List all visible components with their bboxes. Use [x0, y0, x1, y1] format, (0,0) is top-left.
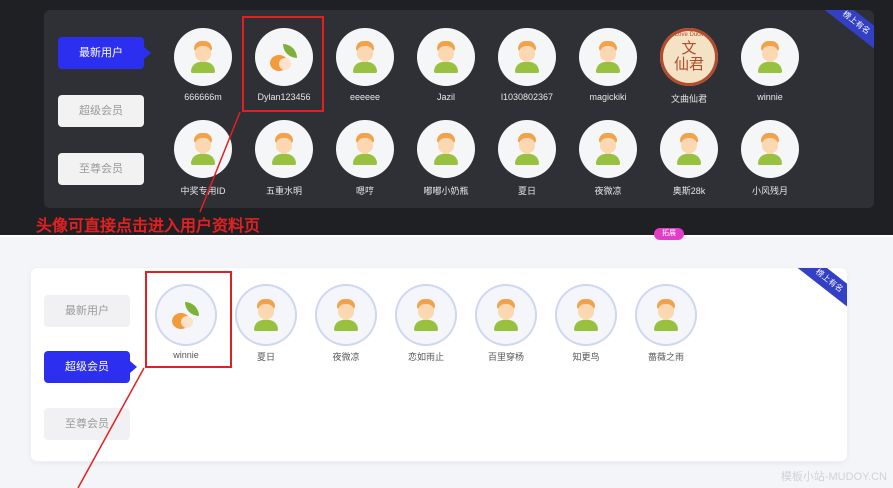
default-boy-avatar-icon: [397, 286, 455, 344]
annotation-text: 头像可直接点击进入用户资料页: [36, 218, 261, 235]
default-boy-avatar-icon: [417, 120, 475, 178]
user-name: 嗯哼: [355, 186, 374, 196]
default-boy-avatar-icon: [660, 120, 718, 178]
user-name: eeeeee: [349, 92, 381, 102]
user-avatar-card[interactable]: 中奖专用ID: [163, 120, 243, 197]
screenshot-root: 榜上有名 最新用户 超级会员 至尊会员 666666m Dylan123456 ee…: [0, 0, 893, 488]
user-avatar-card[interactable]: 夏日: [487, 120, 567, 197]
bottom-tab-super-members[interactable]: 超级会员: [44, 351, 137, 383]
user-avatar-card[interactable]: 嘟嘟小奶瓶: [406, 120, 486, 197]
top-corner-ribbon: 榜上有名: [818, 10, 874, 55]
user-name: 蔷薇之雨: [647, 352, 684, 362]
user-name: l1030802367: [500, 92, 554, 102]
user-name: 知更鸟: [572, 352, 600, 362]
default-boy-avatar-icon: [579, 28, 637, 86]
user-avatar-card[interactable]: Jazil: [406, 28, 486, 102]
user-avatar-card[interactable]: 奥斯28k: [649, 120, 729, 197]
user-name: Jazil: [436, 92, 455, 102]
user-avatar-card[interactable]: Love Duck 文 仙君文曲仙君: [649, 28, 729, 105]
user-avatar-card[interactable]: 夜微凉: [568, 120, 648, 197]
default-boy-avatar-icon: [579, 120, 637, 178]
bottom-tab-supreme-members[interactable]: 至尊会员: [44, 408, 130, 440]
top-member-panel: 榜上有名 最新用户 超级会员 至尊会员 666666m Dylan123456 ee…: [44, 10, 874, 208]
bottom-tab-newest-users[interactable]: 最新用户: [44, 295, 130, 327]
user-avatar-card[interactable]: 恋如雨止: [386, 286, 466, 363]
user-avatar-card[interactable]: 小风残月: [730, 120, 810, 197]
user-name: 夜微凉: [594, 186, 622, 196]
user-name: 文曲仙君: [670, 94, 707, 104]
default-boy-avatar-icon: [498, 28, 556, 86]
top-tab-newest-users[interactable]: 最新用户: [58, 37, 151, 69]
user-avatar-card[interactable]: 蔷薇之雨: [626, 286, 706, 363]
highlight-box-top: [242, 16, 324, 112]
user-avatar-card[interactable]: eeeeee: [325, 28, 405, 102]
top-tab-super-members[interactable]: 超级会员: [58, 95, 144, 127]
user-name: 夏日: [256, 352, 275, 362]
user-avatar-card[interactable]: 夜微凉: [306, 286, 386, 363]
default-boy-avatar-icon: [336, 120, 394, 178]
default-boy-avatar-icon: [477, 286, 535, 344]
default-boy-avatar-icon: [637, 286, 695, 344]
user-avatar-card[interactable]: 百里穿杨: [466, 286, 546, 363]
default-boy-avatar-icon: [741, 28, 799, 86]
default-boy-avatar-icon: [174, 120, 232, 178]
user-avatar-card[interactable]: 666666m: [163, 28, 243, 102]
user-avatar-card[interactable]: winnie: [730, 28, 810, 102]
user-avatar-card[interactable]: magickiki: [568, 28, 648, 102]
user-name: 中奖专用ID: [180, 186, 226, 196]
stamp-avatar-icon: Love Duck 文 仙君: [660, 28, 718, 86]
default-boy-avatar-icon: [336, 28, 394, 86]
default-boy-avatar-icon: [417, 28, 475, 86]
user-name: 夜微凉: [332, 352, 360, 362]
user-avatar-card[interactable]: 嗯哼: [325, 120, 405, 197]
user-avatar-card[interactable]: 五重水明: [244, 120, 324, 197]
user-name: magickiki: [589, 92, 627, 102]
default-boy-avatar-icon: [174, 28, 232, 86]
user-name: 五重水明: [265, 186, 302, 196]
default-boy-avatar-icon: [237, 286, 295, 344]
user-avatar-card[interactable]: l1030802367: [487, 28, 567, 102]
user-name: 嘟嘟小奶瓶: [423, 186, 469, 196]
user-name: winnie: [757, 92, 783, 102]
top-section: 榜上有名 最新用户 超级会员 至尊会员 666666m Dylan123456 ee…: [0, 0, 893, 235]
user-name: 奥斯28k: [672, 186, 706, 196]
bottom-corner-ribbon: 榜上有名: [791, 268, 847, 313]
user-name: 恋如雨止: [407, 352, 444, 362]
top-tab-supreme-members[interactable]: 至尊会员: [58, 153, 144, 185]
user-avatar-card[interactable]: 知更鸟: [546, 286, 626, 363]
default-boy-avatar-icon: [741, 120, 799, 178]
user-name: 666666m: [184, 92, 222, 102]
default-boy-avatar-icon: [557, 286, 615, 344]
user-name: 夏日: [517, 186, 536, 196]
default-boy-avatar-icon: [498, 120, 556, 178]
highlight-box-bottom: [145, 271, 232, 368]
default-boy-avatar-icon: [317, 286, 375, 344]
user-avatar-card[interactable]: 夏日: [226, 286, 306, 363]
pink-badge: 拓展: [654, 228, 684, 240]
user-name: 小风残月: [751, 186, 788, 196]
default-boy-avatar-icon: [255, 120, 313, 178]
watermark: 模板小站-MUDOY.CN: [780, 471, 887, 483]
user-name: 百里穿杨: [487, 352, 524, 362]
